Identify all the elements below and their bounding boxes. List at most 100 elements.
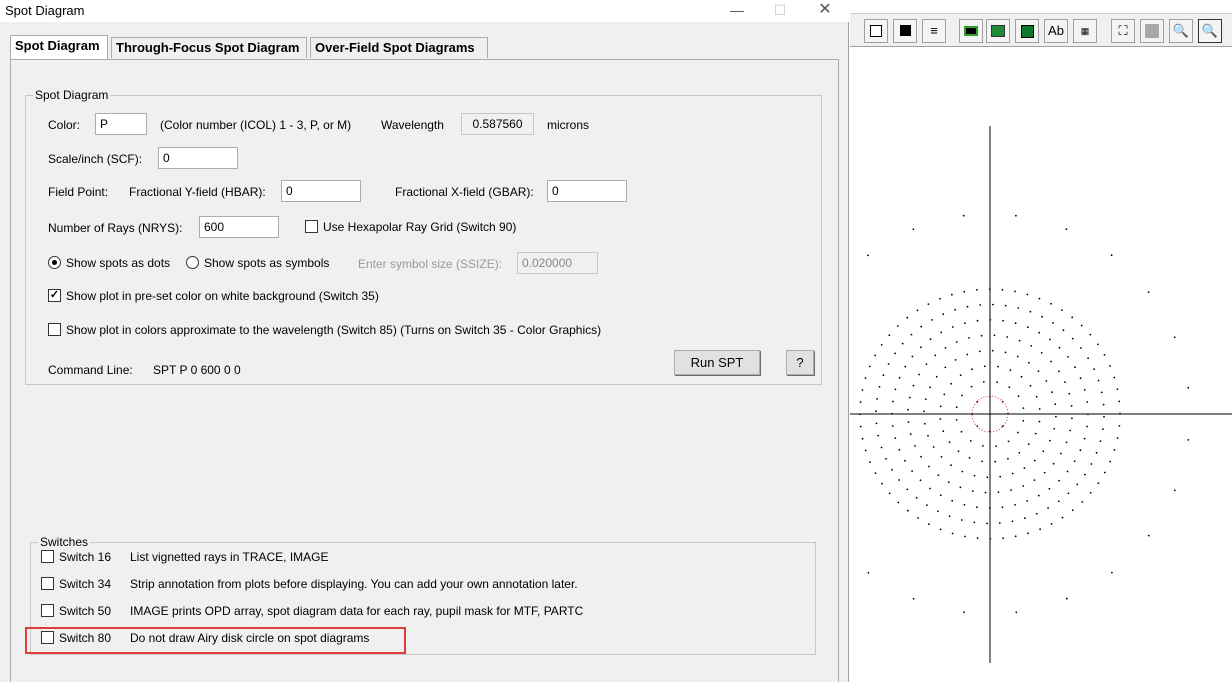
- spot-dot: [962, 214, 965, 217]
- tab-label: Over-Field Spot Diagrams: [315, 40, 475, 55]
- line-weight-icon[interactable]: ≡: [922, 19, 946, 43]
- hexapolar-checkbox[interactable]: [305, 220, 318, 233]
- gray-box-icon[interactable]: [1140, 19, 1164, 43]
- spot-dot: [874, 354, 877, 357]
- minimize-icon[interactable]: —: [722, 0, 752, 22]
- spot-dot: [1076, 483, 1079, 486]
- black-box-icon[interactable]: [893, 19, 917, 43]
- preset-color-checkbox[interactable]: ✓: [48, 289, 61, 302]
- wave-color-checkbox[interactable]: [48, 323, 61, 336]
- x-field-input[interactable]: 0: [547, 180, 627, 202]
- spot-dot: [940, 331, 943, 334]
- spot-dot: [919, 479, 922, 482]
- color-input[interactable]: P: [95, 113, 147, 135]
- rays-label: Number of Rays (NRYS):: [48, 221, 183, 235]
- spot-dot: [939, 528, 942, 531]
- wave-color-label: Show plot in colors approximate to the w…: [66, 323, 602, 337]
- scale-input[interactable]: 0: [158, 147, 238, 169]
- spot-dot: [1038, 297, 1041, 300]
- spot-dot: [867, 571, 870, 574]
- spot-dot: [1097, 343, 1099, 346]
- spot-dot: [1090, 463, 1093, 465]
- spot-dot: [951, 326, 954, 328]
- spot-dot: [944, 366, 947, 369]
- zoom-out-icon[interactable]: 🔍: [1198, 19, 1222, 43]
- spot-dot: [897, 501, 900, 504]
- spot-dot: [916, 309, 919, 312]
- group-label: Switches: [38, 535, 91, 549]
- fit-icon[interactable]: ⛶: [1111, 19, 1135, 43]
- spot-dot: [874, 472, 877, 474]
- tab-over-field[interactable]: Over-Field Spot Diagrams: [310, 37, 488, 58]
- switch-16-name: Switch 16: [59, 550, 112, 564]
- spot-dot: [955, 341, 958, 343]
- spot-dot: [1071, 316, 1074, 319]
- spot-dot: [1119, 412, 1121, 415]
- spot-dot: [1041, 315, 1043, 318]
- spot-dot: [1084, 473, 1086, 476]
- spot-dot: [1187, 439, 1190, 441]
- switch-34-name: Switch 34: [59, 577, 112, 591]
- y-field-input[interactable]: 0: [281, 180, 361, 202]
- spot-dot: [1058, 370, 1060, 373]
- white-box-icon[interactable]: [864, 19, 888, 43]
- spot-dot: [1102, 403, 1105, 406]
- spot-dot: [914, 445, 916, 447]
- spot-dot: [1071, 417, 1073, 420]
- tab-through-focus[interactable]: Through-Focus Spot Diagram: [111, 37, 307, 58]
- spot-dot: [1071, 337, 1074, 340]
- spot-dot: [1001, 288, 1004, 291]
- picture-icon[interactable]: [986, 19, 1010, 43]
- symbols-radio[interactable]: [186, 256, 199, 269]
- run-spt-button[interactable]: Run SPT: [674, 350, 760, 375]
- spot-dot: [918, 373, 920, 376]
- spot-dot: [891, 412, 893, 415]
- spot-dot: [1014, 535, 1017, 538]
- ssize-label: Enter symbol size (SSIZE):: [358, 257, 503, 271]
- spot-dot: [904, 459, 906, 462]
- spot-diagram-group: Spot Diagram: [25, 88, 822, 385]
- spot-dot: [1068, 392, 1071, 395]
- spot-dot: [1037, 494, 1040, 497]
- spot-dot: [1022, 407, 1025, 409]
- spot-dot: [998, 522, 1001, 524]
- spot-dot: [1099, 440, 1102, 442]
- save-icon[interactable]: [1015, 19, 1039, 43]
- switch-34-checkbox[interactable]: [41, 577, 54, 590]
- spot-dot: [1087, 413, 1089, 416]
- spot-dot: [926, 504, 928, 506]
- spot-dot: [986, 476, 989, 479]
- spot-dot: [915, 496, 918, 499]
- spot-dot: [1109, 460, 1112, 463]
- help-button[interactable]: ?: [786, 350, 814, 375]
- camera-icon[interactable]: [959, 19, 983, 43]
- spot-dot: [1070, 405, 1073, 407]
- spot-dot: [888, 334, 891, 336]
- scale-label: Scale/inch (SCF):: [48, 152, 143, 166]
- spot-dot: [1011, 520, 1014, 523]
- rays-input[interactable]: 600: [199, 216, 279, 238]
- spot-dot: [951, 499, 954, 502]
- window-title: Spot Diagram: [5, 3, 85, 18]
- ssize-input: 0.020000: [517, 252, 598, 274]
- zoom-in-icon[interactable]: 🔍: [1169, 19, 1193, 43]
- switch-16-checkbox[interactable]: [41, 550, 54, 563]
- maximize-icon[interactable]: ☐: [765, 0, 795, 22]
- spot-dot: [1022, 419, 1025, 422]
- spot-dot: [920, 325, 923, 328]
- spot-dot: [971, 490, 974, 492]
- switch-50-checkbox[interactable]: [41, 604, 54, 617]
- preset-color-label: Show plot in pre-set color on white back…: [66, 289, 379, 303]
- tab-spot-diagram[interactable]: Spot Diagram: [10, 35, 108, 59]
- plot-toolbar: ≡ Ab ▦ ⛶ 🔍 🔍: [850, 13, 1232, 47]
- spot-dot: [923, 422, 926, 425]
- dots-radio[interactable]: [48, 256, 61, 269]
- spot-dot: [1052, 462, 1055, 465]
- grid-scale-icon[interactable]: ▦: [1073, 19, 1097, 43]
- close-icon[interactable]: ✕: [810, 0, 840, 22]
- spot-dot: [961, 470, 964, 473]
- spot-dot: [894, 352, 896, 355]
- text-icon[interactable]: Ab: [1044, 19, 1068, 43]
- spot-dot: [925, 363, 928, 366]
- spot-dot: [1058, 346, 1061, 349]
